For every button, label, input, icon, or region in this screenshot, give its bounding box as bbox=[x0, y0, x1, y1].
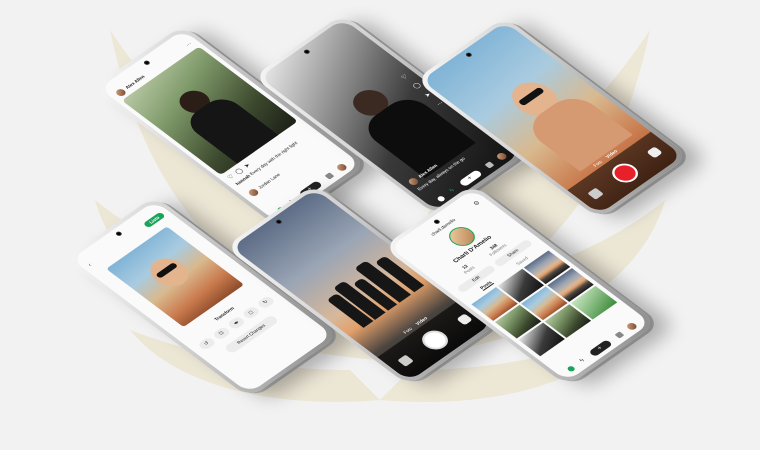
heart-icon[interactable]: ♡ bbox=[226, 173, 236, 181]
posts-stat[interactable]: 12 Posts bbox=[458, 262, 476, 275]
back-icon[interactable]: ‹ bbox=[87, 263, 94, 268]
rotate-right-button[interactable]: ↻ bbox=[255, 295, 276, 310]
camera-punch-hole bbox=[432, 219, 441, 226]
rotate-left-button[interactable]: ↺ bbox=[197, 336, 217, 351]
comment-user[interactable]: Jordan Lane bbox=[257, 172, 282, 190]
comment-icon[interactable]: ◯ bbox=[411, 82, 423, 90]
showcase-stage: Alex Allen ⋯ ♡ ◯ ➤ hannah Every day with… bbox=[0, 0, 760, 450]
bolt-icon[interactable]: ϟ bbox=[579, 358, 587, 364]
person-face bbox=[142, 252, 196, 292]
flip-button[interactable]: ◂▸ bbox=[226, 315, 247, 331]
camera-punch-hole bbox=[464, 52, 473, 59]
chat-icon[interactable] bbox=[614, 331, 625, 339]
aspect-button[interactable]: ◻ bbox=[241, 305, 262, 320]
chat-icon[interactable] bbox=[484, 161, 495, 169]
shutter-button[interactable] bbox=[416, 326, 454, 354]
home-icon[interactable] bbox=[566, 364, 577, 373]
home-icon[interactable] bbox=[436, 194, 447, 203]
profile-avatar[interactable] bbox=[495, 151, 509, 161]
sunglasses bbox=[155, 262, 179, 279]
crop-button[interactable]: ⊡ bbox=[211, 326, 232, 341]
flip-camera-icon[interactable] bbox=[456, 313, 473, 326]
camera-punch-hole bbox=[302, 49, 311, 56]
sunglasses bbox=[517, 86, 545, 107]
camera-punch-hole bbox=[114, 231, 123, 238]
gallery-icon[interactable] bbox=[397, 354, 414, 367]
gallery-icon[interactable] bbox=[587, 187, 604, 200]
more-icon[interactable]: ⋯ bbox=[185, 41, 194, 48]
comment-icon[interactable]: ◯ bbox=[234, 167, 245, 176]
profile-avatar[interactable] bbox=[335, 162, 349, 172]
add-post-button[interactable]: + bbox=[457, 169, 483, 188]
add-post-button[interactable]: + bbox=[587, 339, 613, 358]
share-icon[interactable]: ➤ bbox=[242, 162, 252, 170]
camera-punch-hole bbox=[142, 60, 151, 67]
bolt-icon[interactable]: ϟ bbox=[449, 188, 457, 194]
record-button[interactable] bbox=[606, 159, 644, 187]
flip-camera-icon[interactable] bbox=[646, 146, 663, 159]
heart-icon[interactable]: ♡ bbox=[400, 73, 411, 81]
avatar[interactable] bbox=[246, 187, 261, 198]
avatar[interactable] bbox=[114, 87, 128, 98]
chat-icon[interactable] bbox=[324, 172, 335, 180]
save-button[interactable]: Listo bbox=[142, 211, 167, 229]
camera-punch-hole bbox=[274, 219, 283, 226]
profile-avatar[interactable] bbox=[625, 321, 639, 331]
